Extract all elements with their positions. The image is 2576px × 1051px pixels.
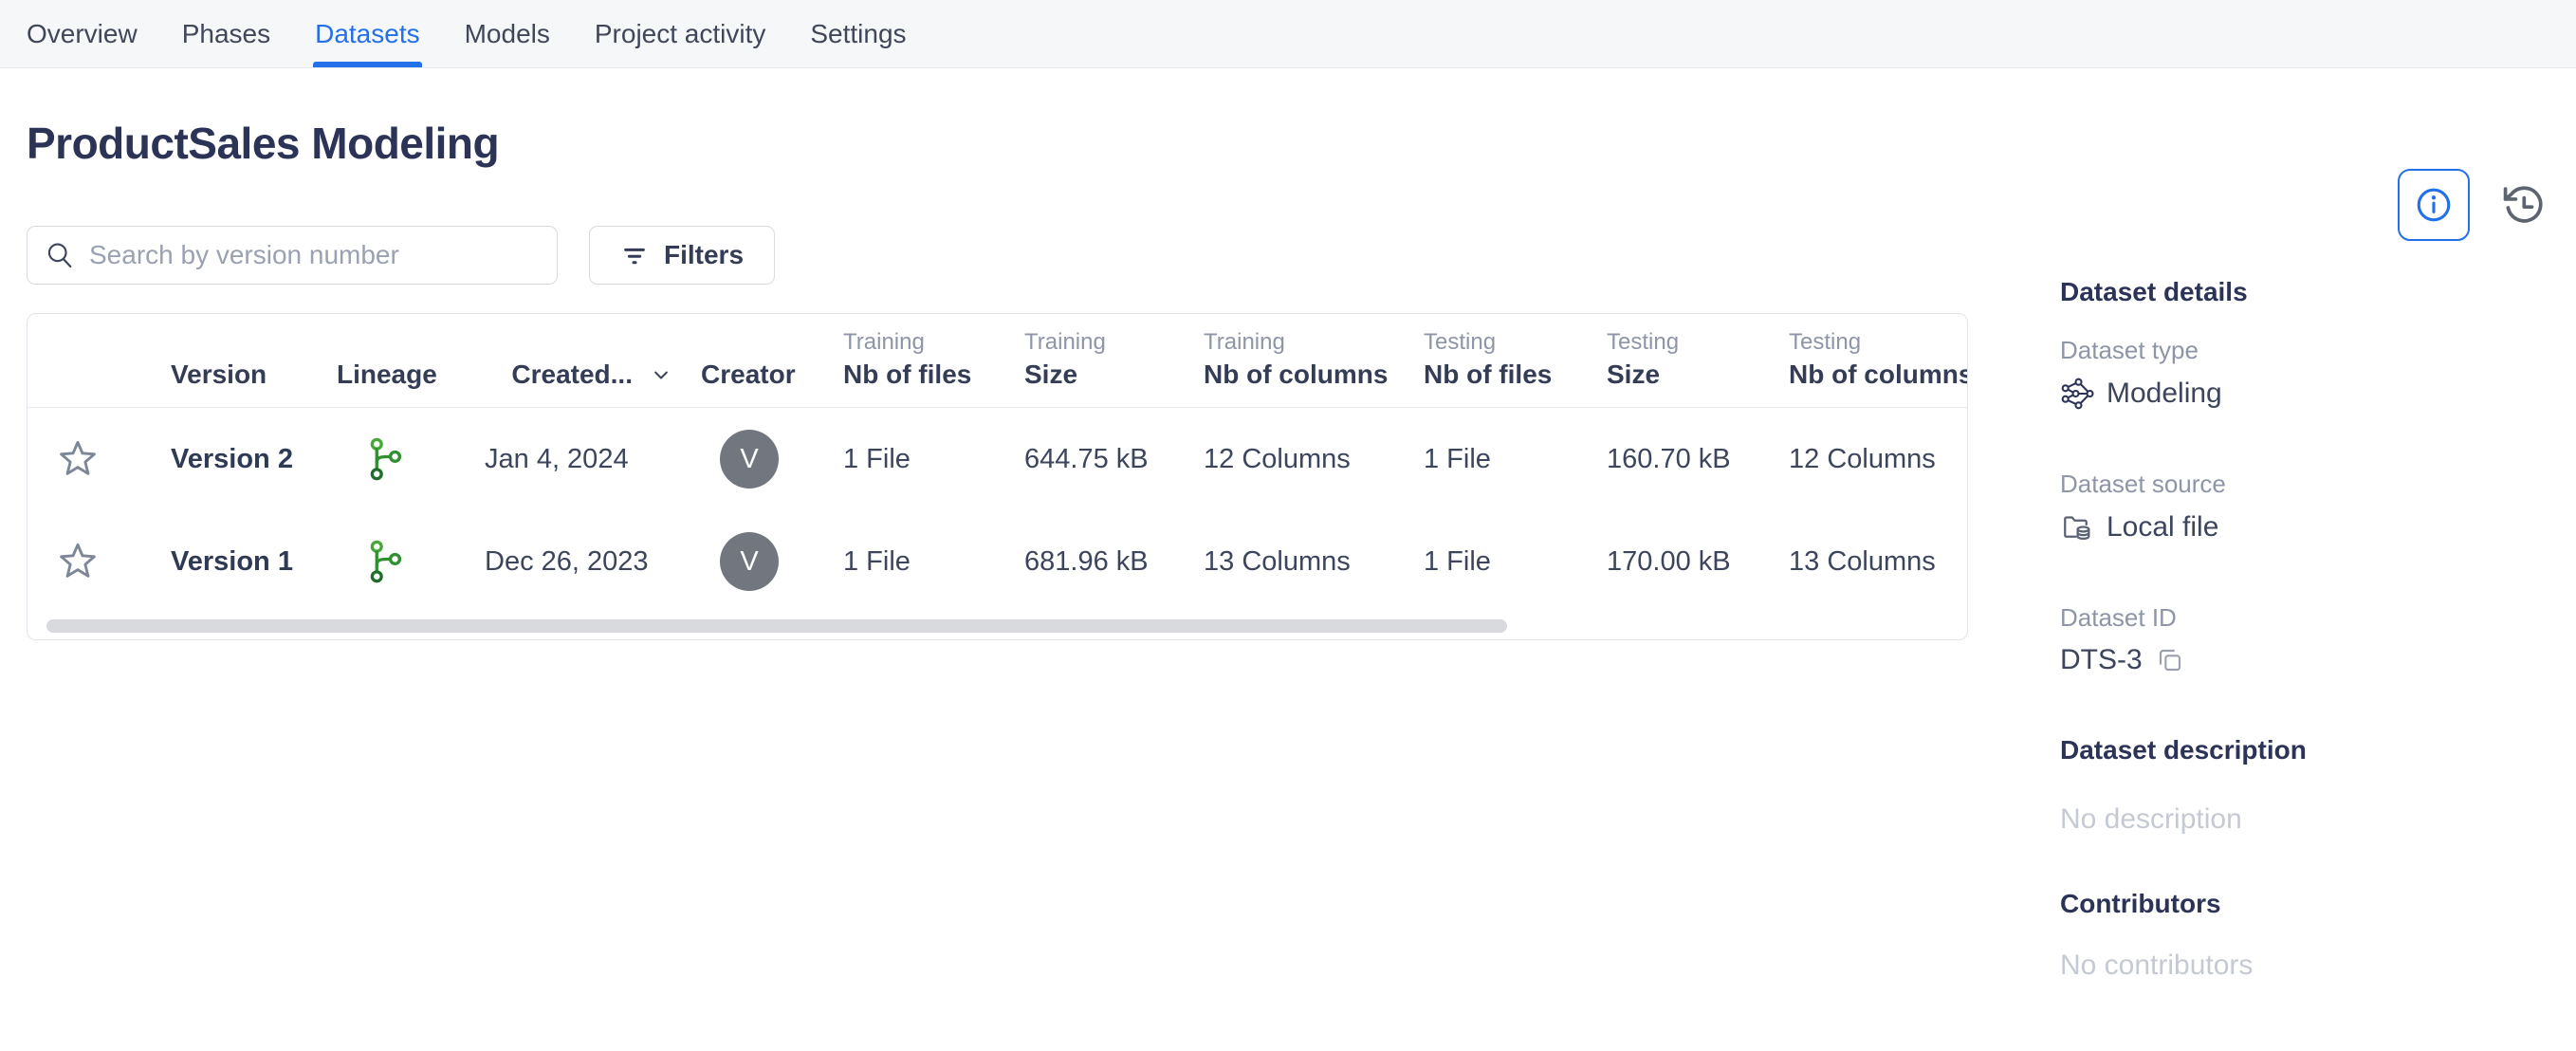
lineage-branch-icon[interactable] [310, 537, 458, 586]
contributors-title: Contributors [2060, 889, 2557, 919]
header-lineage: Lineage [310, 314, 458, 407]
info-icon [2413, 184, 2455, 226]
header-creator: Creator [674, 314, 817, 407]
dataset-source-value: Local file [2060, 510, 2557, 544]
info-button[interactable] [2398, 169, 2470, 241]
header-testing-files: TestingNb of files [1397, 314, 1580, 407]
testing-columns: 12 Columns [1762, 444, 1968, 475]
training-files: 1 File [817, 444, 998, 475]
search-input[interactable] [89, 240, 540, 270]
lineage-branch-icon[interactable] [310, 434, 458, 484]
header-actions [2398, 169, 2549, 241]
tab-overview[interactable]: Overview [27, 0, 138, 67]
filters-button[interactable]: Filters [589, 226, 775, 285]
details-title: Dataset details [2060, 277, 2557, 307]
dataset-type-label: Dataset type [2060, 336, 2557, 365]
dataset-type-value: Modeling [2060, 377, 2557, 411]
creator-cell: V [674, 430, 817, 489]
filters-label: Filters [664, 240, 744, 270]
chevron-down-icon [648, 361, 674, 388]
header-training-columns: TrainingNb of columns [1177, 314, 1397, 407]
created-date: Dec 26, 2023 [458, 546, 674, 578]
scrollbar-thumb[interactable] [46, 619, 1507, 633]
filter-icon [620, 241, 649, 269]
training-columns: 13 Columns [1177, 546, 1397, 578]
description-title: Dataset description [2060, 735, 2557, 765]
training-files: 1 File [817, 546, 998, 578]
dataset-id-value: DTS-3 [2060, 644, 2557, 676]
testing-size: 160.70 kB [1580, 444, 1762, 475]
dataset-details-panel: Dataset details Dataset type Modeling Da… [2060, 277, 2557, 1051]
header-testing-size: TestingSize [1580, 314, 1762, 407]
header-created-sort[interactable]: Created... [458, 314, 674, 407]
modeling-icon [2060, 377, 2094, 411]
search-icon [45, 240, 75, 270]
creator-cell: V [674, 532, 817, 591]
header-training-size: TrainingSize [998, 314, 1177, 407]
description-empty-text: No description [2060, 803, 2557, 836]
top-navigation: Overview Phases Datasets Models Project … [0, 0, 2576, 68]
dataset-id-label: Dataset ID [2060, 603, 2557, 633]
training-columns: 12 Columns [1177, 444, 1397, 475]
history-icon [2498, 180, 2548, 230]
version-link[interactable]: Version 1 [144, 546, 310, 578]
contributors-empty-text: No contributors [2060, 950, 2557, 982]
copy-icon[interactable] [2155, 645, 2185, 675]
tab-phases[interactable]: Phases [182, 0, 270, 67]
header-star-column [28, 314, 144, 407]
created-date: Jan 4, 2024 [458, 444, 674, 475]
table-row[interactable]: Version 2 Jan 4, 2024 V 1 File 644.75 kB [28, 408, 1967, 510]
creator-avatar[interactable]: V [720, 430, 779, 489]
local-file-icon [2060, 510, 2094, 544]
header-testing-columns: TestingNb of columns [1762, 314, 1968, 407]
training-size: 644.75 kB [998, 444, 1177, 475]
tab-datasets[interactable]: Datasets [315, 0, 420, 67]
tab-models[interactable]: Models [465, 0, 550, 67]
dataset-source-label: Dataset source [2060, 470, 2557, 499]
creator-avatar[interactable]: V [720, 532, 779, 591]
page-title: ProductSales Modeling [27, 116, 2576, 171]
horizontal-scrollbar[interactable] [28, 619, 1967, 635]
table-header-row: Version Lineage Created... Creator Train… [28, 314, 1967, 408]
history-button[interactable] [2496, 178, 2549, 231]
favorite-star-icon[interactable] [28, 437, 144, 481]
favorite-star-icon[interactable] [28, 540, 144, 583]
toolbar: Filters [27, 226, 2576, 285]
version-link[interactable]: Version 2 [144, 444, 310, 475]
testing-size: 170.00 kB [1580, 546, 1762, 578]
testing-files: 1 File [1397, 546, 1580, 578]
testing-columns: 13 Columns [1762, 546, 1968, 578]
search-box[interactable] [27, 226, 558, 285]
header-training-files: TrainingNb of files [817, 314, 998, 407]
main-content: ProductSales Modeling Filters Version Li… [0, 116, 2576, 1051]
header-version: Version [144, 314, 310, 407]
tab-settings[interactable]: Settings [810, 0, 906, 67]
tab-project-activity[interactable]: Project activity [595, 0, 766, 67]
app-root: Overview Phases Datasets Models Project … [0, 0, 2576, 1051]
versions-table: Version Lineage Created... Creator Train… [27, 313, 1968, 640]
table-row[interactable]: Version 1 Dec 26, 2023 V 1 File 681.96 k… [28, 510, 1967, 613]
training-size: 681.96 kB [998, 546, 1177, 578]
testing-files: 1 File [1397, 444, 1580, 475]
